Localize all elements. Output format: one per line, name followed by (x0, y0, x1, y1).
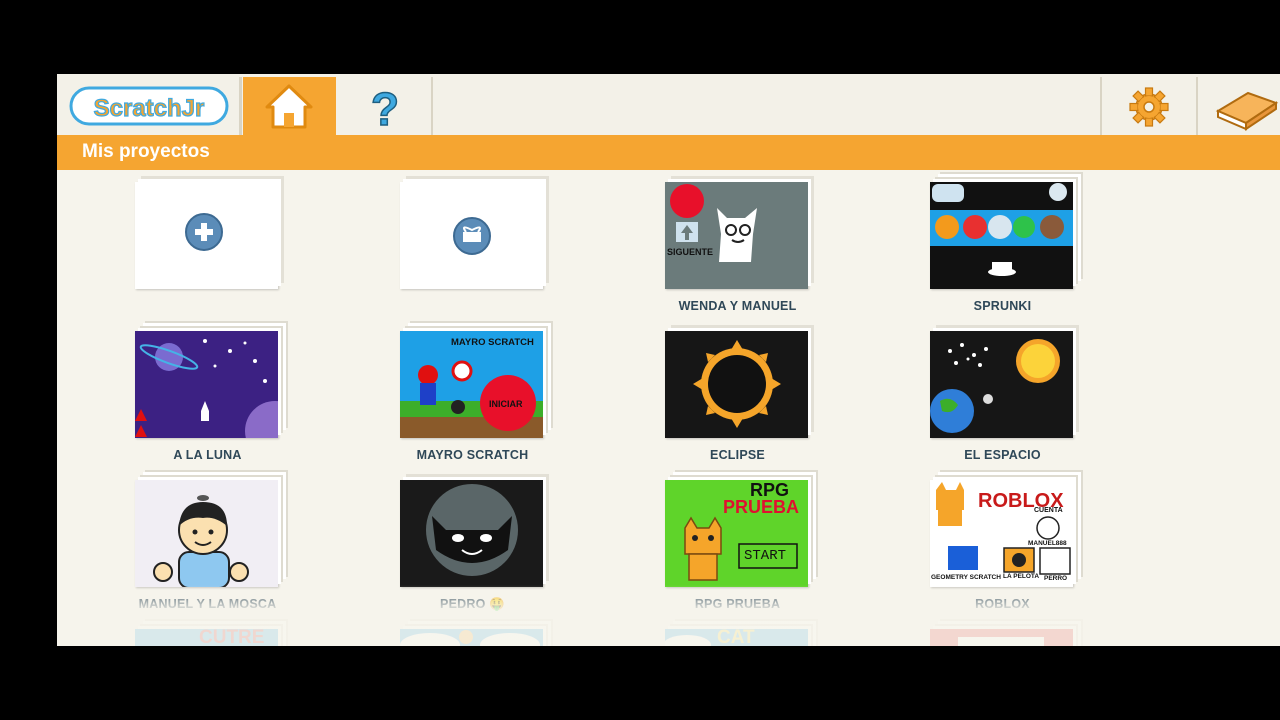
thumbnail-button: INICIAR (489, 399, 523, 409)
tab-home[interactable] (239, 77, 336, 135)
project-thumbnail (400, 480, 543, 587)
book-icon (1215, 91, 1279, 131)
section-title-bar: Mis proyectos (57, 135, 1280, 170)
project-thumbnail (135, 331, 278, 438)
thumbnail-text: GEOMETRY SCRATCH (931, 574, 1001, 581)
project-grid: SIGUENTE WENDA Y MANUEL SPRUNKI A LA LUN… (57, 170, 1280, 646)
gear-icon (1129, 87, 1169, 127)
project-thumbnail (665, 331, 808, 438)
page-title: Mis proyectos (82, 141, 210, 162)
settings-button[interactable] (1100, 77, 1195, 135)
project-label: ECLIPSE (710, 448, 765, 462)
thumbnail-subtitle: PRUEBA (723, 497, 800, 517)
help-icon: ? (370, 82, 400, 136)
project-thumbnail (400, 630, 540, 646)
thumbnail-text: SIGUENTE (667, 247, 714, 257)
project-label: EL ESPACIO (964, 448, 1041, 462)
tab-help[interactable]: ? (338, 77, 433, 136)
project-label: SPRUNKI (973, 299, 1032, 313)
project-label: A LA LUNA (173, 448, 242, 462)
plus-icon (185, 213, 223, 251)
project-thumbnail (930, 331, 1073, 438)
project-thumbnail (670, 184, 757, 262)
library-button[interactable] (1196, 77, 1280, 135)
thumbnail-text: MANUEL888 (1028, 540, 1067, 547)
top-bar: ScratchJr ? (57, 74, 1280, 136)
project-label: ROBLOX (975, 597, 1030, 611)
project-thumbnail (930, 183, 1073, 276)
thumbnail-text: CUENTA (1034, 507, 1063, 514)
scratchjr-logo[interactable]: ScratchJr (69, 84, 229, 128)
project-label: PEDRO 🤑 (440, 597, 505, 611)
thumbnail-button: START (744, 548, 787, 564)
thumbnail-title: MAYRO SCRATCH (451, 337, 534, 348)
thumbnail-title: CAT (717, 629, 755, 646)
thumbnail-title: CUTRE (199, 629, 265, 646)
project-thumbnail (135, 480, 278, 587)
scratchjr-app: ScratchJr ? Mis proyectos SIGUENTE WENDA… (57, 74, 1280, 646)
thumbnail-text: PERRO (1044, 575, 1068, 582)
project-label: MANUEL Y LA MOSCA (138, 597, 277, 611)
project-label: WENDA Y MANUEL (678, 299, 797, 313)
home-icon (265, 84, 313, 129)
svg-text:ScratchJr: ScratchJr (94, 95, 205, 122)
project-thumbnail (958, 637, 1044, 646)
gift-icon (453, 217, 491, 255)
svg-text:?: ? (371, 83, 399, 135)
project-label: MAYRO SCRATCH (416, 448, 529, 462)
thumbnail-text: LA PELOTA (1003, 573, 1040, 580)
project-label: RPG PRUEBA (694, 597, 781, 611)
